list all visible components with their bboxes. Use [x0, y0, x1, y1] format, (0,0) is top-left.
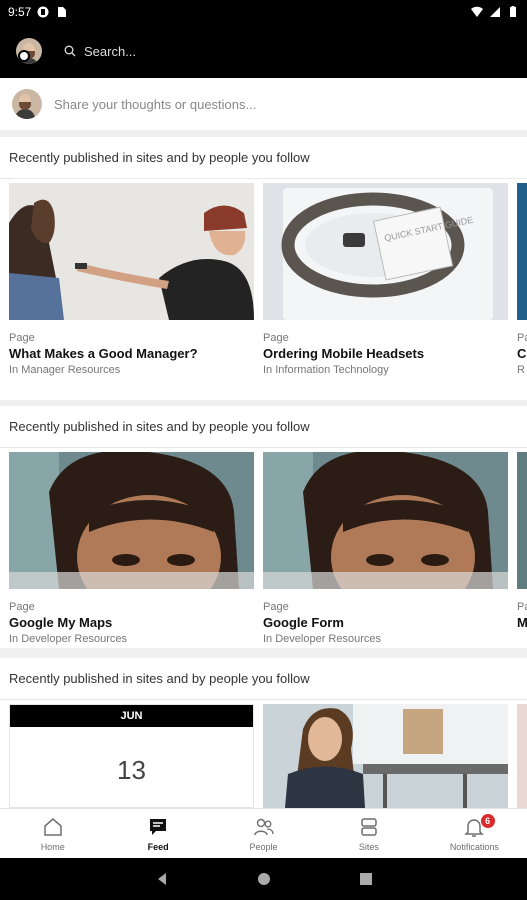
post-composer[interactable]: Share your thoughts or questions...	[0, 78, 527, 130]
card-title[interactable]: C	[517, 346, 527, 361]
sites-icon	[361, 817, 377, 836]
card-carousel[interactable]: Page What Makes a Good Manager? In Manag…	[0, 179, 527, 400]
nav-label: Home	[40, 841, 65, 852]
nav-sites[interactable]: Sites	[316, 809, 421, 858]
cell-signal-icon	[490, 7, 500, 17]
system-navigation-bar	[0, 858, 527, 900]
news-card[interactable]: QUICK START GUIDE Page Ordering Mobile H…	[263, 183, 508, 376]
card-carousel[interactable]: Page Google My Maps In Developer Resourc…	[0, 448, 527, 648]
status-bar: 9:57	[0, 0, 527, 24]
card-site: R	[517, 364, 525, 376]
news-card-partial[interactable]: Pa M	[517, 452, 527, 630]
app-notification-icon	[37, 6, 49, 18]
nav-label: People	[249, 841, 278, 852]
feed-section-3: Recently published in sites and by peopl…	[0, 658, 527, 808]
card-site: In Information Technology	[263, 364, 389, 376]
feed-icon	[150, 818, 167, 835]
feed-section-2: Recently published in sites and by peopl…	[0, 406, 527, 648]
section-heading: Recently published in sites and by peopl…	[0, 137, 527, 179]
notification-count-badge: 6	[480, 814, 495, 828]
card-title[interactable]: What Makes a Good Manager?	[9, 346, 254, 361]
home-icon	[43, 817, 62, 836]
nav-feed[interactable]: Feed	[105, 809, 210, 858]
bottom-navigation: Home Feed People Sites Notifications 6	[0, 808, 527, 858]
event-card[interactable]: JUN 13	[9, 704, 254, 808]
card-type: Pa	[517, 332, 527, 344]
news-card[interactable]	[263, 704, 508, 808]
wifi-icon	[471, 6, 483, 17]
news-card[interactable]: Page What Makes a Good Manager? In Manag…	[9, 183, 254, 376]
card-type: Page	[9, 332, 35, 344]
news-card-partial[interactable]: Pa C R	[517, 183, 527, 376]
card-image-headset: QUICK START GUIDE	[263, 183, 508, 320]
card-type: Page	[263, 601, 289, 613]
card-image-partial	[517, 183, 527, 320]
composer-input[interactable]: Share your thoughts or questions...	[54, 97, 256, 112]
sd-card-icon	[58, 7, 67, 17]
card-image-whiteboard	[9, 183, 254, 320]
card-image-partial	[517, 452, 527, 589]
search-icon	[64, 45, 76, 57]
news-card[interactable]: Page Google Form In Developer Resources	[263, 452, 508, 645]
card-title[interactable]: Google Form	[263, 615, 508, 630]
sharepoint-badge-icon	[18, 50, 30, 62]
search-box[interactable]: Search...	[64, 44, 136, 59]
card-carousel[interactable]: JUN 13	[0, 700, 527, 808]
section-heading: Recently published in sites and by peopl…	[0, 658, 527, 700]
calendar-card-image: JUN 13	[9, 704, 254, 808]
status-time: 9:57	[8, 5, 32, 19]
card-type: Page	[263, 332, 289, 344]
card-type: Page	[9, 601, 35, 613]
calendar-day: 13	[117, 755, 146, 785]
nav-label: Feed	[147, 841, 169, 852]
feed-section-1: Recently published in sites and by peopl…	[0, 137, 527, 400]
card-image-portrait	[263, 452, 508, 589]
card-title[interactable]: Ordering Mobile Headsets	[263, 346, 508, 361]
nav-label: Notifications	[449, 841, 499, 852]
news-card[interactable]: Page Google My Maps In Developer Resourc…	[9, 452, 254, 645]
section-heading: Recently published in sites and by peopl…	[0, 406, 527, 448]
nav-label: Sites	[358, 841, 379, 852]
card-title[interactable]: Google My Maps	[9, 615, 254, 630]
news-card-partial[interactable]	[517, 704, 527, 808]
card-site: In Developer Resources	[263, 633, 382, 645]
battery-icon	[510, 6, 516, 17]
card-site: In Manager Resources	[9, 364, 121, 376]
home-circle-icon[interactable]	[257, 872, 271, 886]
card-image-portrait	[9, 452, 254, 589]
back-icon[interactable]	[155, 872, 169, 886]
card-site: In Developer Resources	[9, 633, 128, 645]
calendar-month: JUN	[10, 705, 253, 727]
app-bar: Search...	[0, 24, 527, 78]
nav-home[interactable]: Home	[0, 809, 105, 858]
nav-notifications[interactable]: Notifications 6	[422, 809, 527, 858]
composer-avatar	[12, 89, 42, 119]
card-title[interactable]: M	[517, 615, 527, 630]
people-icon	[253, 818, 274, 835]
recents-icon[interactable]	[359, 872, 373, 886]
search-input[interactable]: Search...	[84, 44, 136, 59]
card-image-office	[263, 704, 508, 808]
card-type: Pa	[517, 601, 527, 613]
card-image-partial	[517, 704, 527, 808]
nav-people[interactable]: People	[211, 809, 316, 858]
